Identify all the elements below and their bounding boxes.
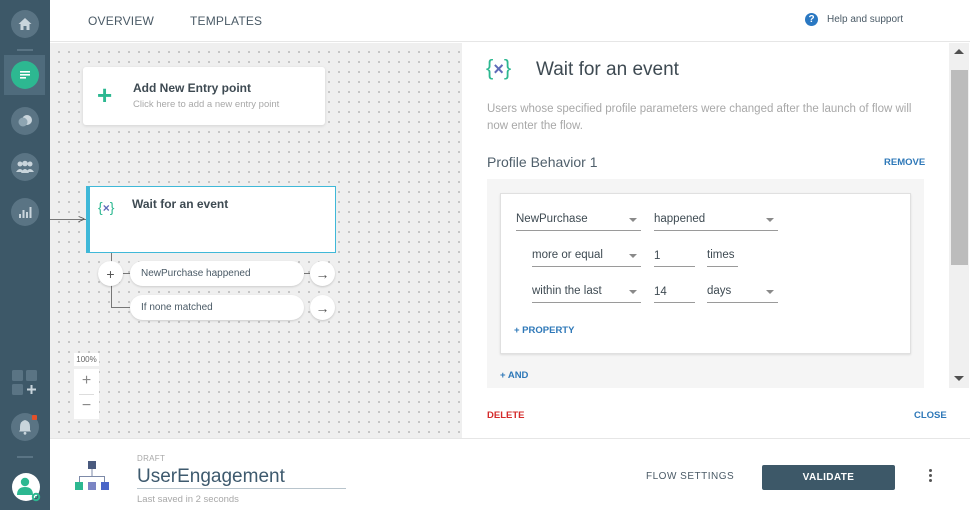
flow-canvas[interactable]: + Add New Entry point Click here to add … (50, 43, 462, 438)
more-dot (928, 479, 932, 482)
branch-1-next-button[interactable]: → (310, 261, 335, 286)
scrollbar-thumb[interactable] (951, 70, 968, 265)
zoom-out-button[interactable]: − (74, 396, 99, 416)
count-unit-label: times (707, 245, 738, 267)
remove-button[interactable]: REMOVE (884, 157, 925, 168)
scroll-up-arrow-icon[interactable] (954, 49, 964, 54)
sidebar-divider (17, 49, 33, 51)
connector-arrow-icon: > (78, 212, 86, 226)
entry-card-subtitle: Click here to add a new entry point (133, 99, 280, 110)
zoom-level: 100% (74, 353, 99, 366)
branch-connector-horizontal (111, 307, 131, 308)
variable-icon: {×} (98, 199, 115, 215)
wait-for-event-node[interactable]: {×} Wait for an event (86, 186, 336, 253)
sidebar-item-audience[interactable] (11, 153, 39, 181)
chat-bubbles-icon (18, 115, 32, 127)
zoom-in-button[interactable]: + (74, 371, 99, 391)
condition-card: NewPurchase happened more or equal times… (500, 193, 911, 354)
notification-badge (32, 415, 37, 420)
panel-title: Wait for an event (536, 59, 679, 80)
panel-description: Users whose specified profile parameters… (487, 103, 912, 132)
validate-button[interactable]: VALIDATE (762, 465, 895, 490)
chevron-down-icon (766, 290, 774, 294)
count-input[interactable] (654, 245, 695, 267)
event-state-value: happened (654, 213, 706, 225)
chevron-down-icon (766, 218, 774, 222)
plus-icon: + (97, 80, 113, 110)
variable-icon: {×} (486, 55, 512, 80)
chevron-down-icon (629, 290, 637, 294)
bottom-bar: DRAFT UserEngagement Last saved in 2 sec… (50, 438, 970, 510)
scroll-down-arrow-icon[interactable] (954, 376, 964, 381)
sidebar-item-conversations[interactable] (11, 107, 39, 135)
event-state-select[interactable]: happened (654, 209, 778, 231)
plus-icon: + (106, 265, 115, 282)
add-and-button[interactable]: + AND (500, 370, 528, 381)
close-button[interactable]: CLOSE (914, 410, 947, 421)
zoom-controls: + − (74, 369, 99, 419)
chevron-down-icon (629, 254, 637, 258)
sidebar-item-home[interactable] (11, 10, 39, 38)
period-value-input[interactable] (654, 281, 695, 303)
sidebar-item-flows[interactable] (11, 61, 39, 89)
branch-2-next-button[interactable]: → (310, 295, 335, 320)
period-type-value: within the last (532, 285, 602, 297)
home-icon (18, 18, 32, 30)
more-dot (928, 474, 932, 477)
panel-scrollbar[interactable] (949, 43, 969, 388)
help-icon: ? (805, 13, 818, 26)
flow-name-input[interactable]: UserEngagement (137, 466, 346, 489)
zoom-divider (79, 394, 94, 395)
profile-avatar[interactable] (12, 473, 41, 502)
add-property-button[interactable]: + PROPERTY (514, 325, 574, 336)
event-node-title: Wait for an event (132, 197, 229, 211)
flow-status-label: DRAFT (137, 454, 166, 463)
last-saved-text: Last saved in 2 seconds (137, 494, 239, 505)
sidebar-item-analytics[interactable] (11, 198, 39, 226)
add-branch-button[interactable]: + (98, 261, 123, 286)
app-root: OVERVIEW TEMPLATES ? Help and support + … (0, 0, 970, 510)
chat-bubble-icon (20, 71, 30, 79)
tab-overview[interactable]: OVERVIEW (88, 14, 154, 28)
flow-settings-button[interactable]: FLOW SETTINGS (646, 471, 734, 482)
branch-if-none-matched[interactable]: If none matched (130, 295, 304, 320)
arrow-right-icon: → (315, 265, 330, 282)
more-options-button[interactable] (926, 469, 934, 487)
bell-icon (19, 420, 31, 435)
period-unit-select[interactable]: days (707, 281, 778, 303)
top-bar: OVERVIEW TEMPLATES ? Help and support (50, 0, 970, 42)
flow-hierarchy-icon (75, 461, 109, 490)
more-vertical-icon (928, 469, 932, 472)
add-entry-point-card[interactable]: + Add New Entry point Click here to add … (83, 67, 325, 125)
chevron-down-icon (629, 218, 637, 222)
entry-card-title: Add New Entry point (133, 81, 251, 95)
help-label: Help and support (827, 14, 904, 25)
apps-add-icon (12, 370, 37, 395)
tab-templates[interactable]: TEMPLATES (190, 14, 262, 28)
behavior-group: NewPurchase happened more or equal times… (487, 179, 924, 388)
event-select[interactable]: NewPurchase (516, 209, 641, 231)
delete-button[interactable]: DELETE (487, 410, 524, 421)
sidebar-item-notifications[interactable] (11, 413, 39, 441)
arrow-right-icon: → (315, 299, 330, 316)
event-settings-panel: {×} Wait for an event Users whose specif… (462, 43, 970, 438)
bar-chart-icon (19, 207, 32, 218)
branch-newpurchase-happened[interactable]: NewPurchase happened (130, 261, 304, 286)
period-unit-value: days (707, 285, 732, 297)
user-settings-icon (17, 477, 41, 502)
comparator-value: more or equal (532, 249, 603, 261)
users-icon (16, 160, 34, 173)
event-select-value: NewPurchase (516, 213, 588, 225)
comparator-select[interactable]: more or equal (532, 245, 641, 267)
sidebar-divider-bottom (17, 456, 33, 458)
profile-behavior-title: Profile Behavior 1 (487, 154, 598, 170)
help-and-support-link[interactable]: ? Help and support (805, 13, 903, 26)
sidebar-item-integrations[interactable] (12, 370, 38, 396)
sidebar (0, 0, 50, 510)
period-type-select[interactable]: within the last (532, 281, 641, 303)
